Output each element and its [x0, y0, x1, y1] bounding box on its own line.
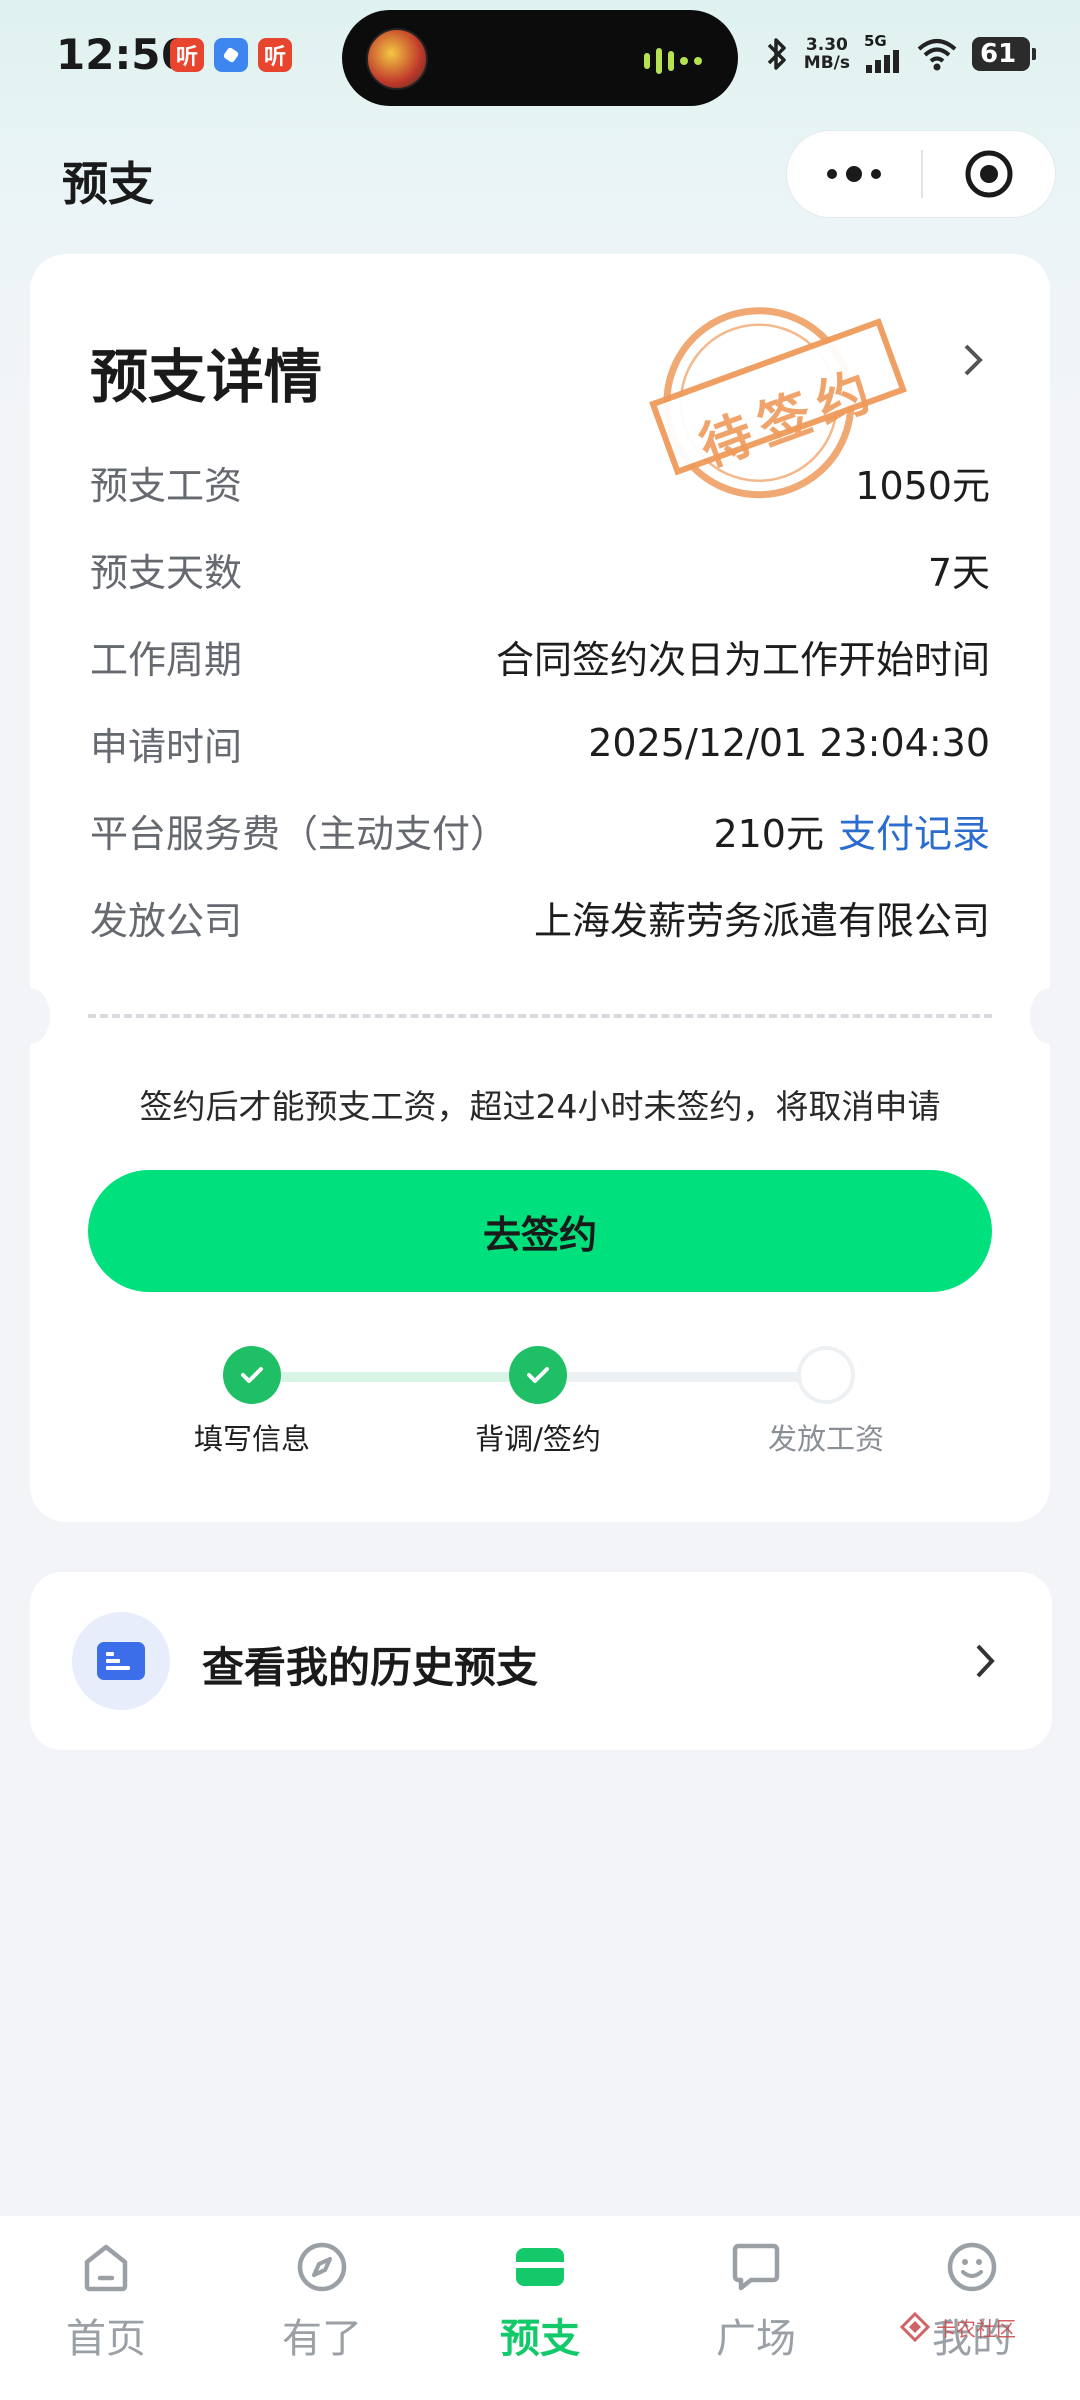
ticket-notch-right — [1030, 988, 1050, 1044]
go-sign-button[interactable]: 去签约 — [88, 1170, 992, 1292]
tab-label: 广场 — [716, 2316, 796, 2362]
chat-icon — [732, 2243, 780, 2291]
listen-app-icon-2: 听 — [258, 38, 292, 72]
tab-label: 有了 — [282, 2316, 362, 2362]
row-value: 1050元 — [855, 463, 990, 508]
more-icon[interactable] — [787, 130, 921, 218]
row-label: 平台服务费（主动支付） — [90, 811, 509, 856]
smile-icon — [947, 2242, 997, 2292]
step-label-fill-info: 填写信息 — [193, 1422, 310, 1456]
detail-row-salary: 预支工资 1050元 — [90, 452, 990, 512]
detail-row-service-fee: 平台服务费（主动支付） 210元 支付记录 — [90, 800, 990, 860]
app-notification-icon — [214, 38, 248, 72]
close-miniprogram-icon[interactable] — [923, 130, 1055, 218]
detail-row-period: 工作周期 合同签约次日为工作开始时间 — [90, 626, 990, 686]
row-value: 合同签约次日为工作开始时间 — [495, 637, 990, 682]
watermark: 卡农社区 — [900, 2312, 1016, 2342]
detail-row-days: 预支天数 7天 — [90, 539, 990, 599]
row-value: 7天 — [927, 550, 990, 595]
tab-label: 首页 — [66, 2316, 146, 2362]
row-value-group: 210元 支付记录 — [713, 803, 990, 858]
tab-label: 预支 — [500, 2316, 580, 2362]
history-advance-entry[interactable]: 查看我的历史预支 — [30, 1572, 1052, 1750]
row-label: 工作周期 — [90, 637, 243, 682]
tab-youle[interactable]: 有了 — [232, 2238, 412, 2364]
card-title: 预支详情 — [90, 343, 323, 411]
step-done-check-icon — [223, 1346, 281, 1404]
step-pending-circle-icon — [797, 1346, 855, 1404]
step-label-pay: 发放工资 — [767, 1422, 884, 1456]
tab-square[interactable]: 广场 — [666, 2238, 846, 2364]
dynamic-island[interactable] — [342, 10, 738, 106]
progress-line-pending — [538, 1372, 826, 1382]
net-speed: 3.30 MB/s — [803, 34, 850, 73]
sign-notice: 签约后才能预支工资，超过24小时未签约，将取消申请 — [139, 1087, 941, 1126]
chevron-right-icon — [976, 1644, 995, 1678]
row-value: 210元 — [713, 811, 824, 856]
row-value: 2025/12/01 23:04:30 — [588, 721, 990, 765]
music-cover-icon — [366, 28, 428, 90]
home-icon — [84, 2244, 128, 2292]
bluetooth-icon — [767, 37, 786, 70]
bottom-tab-bar: 首页 有了 预支 广场 我的 — [0, 2216, 1080, 2400]
detail-row-company: 发放公司 上海发薪劳务派遣有限公司 — [90, 887, 990, 947]
step-done-check-icon — [509, 1346, 567, 1404]
audio-wave-icon — [644, 48, 702, 74]
row-label: 预支天数 — [90, 550, 243, 595]
row-label: 申请时间 — [90, 724, 243, 769]
chevron-right-icon[interactable] — [958, 338, 988, 382]
ticket-notch-left — [30, 988, 50, 1044]
tab-home[interactable]: 首页 — [16, 2238, 196, 2364]
card-icon — [516, 2248, 564, 2286]
tab-mine[interactable]: 我的 — [882, 2238, 1062, 2364]
detail-row-apply-time: 申请时间 2025/12/01 23:04:30 — [90, 713, 990, 773]
page-title: 预支 — [62, 157, 154, 211]
signal-icon: 5G — [864, 34, 902, 73]
mini-program-capsule — [786, 130, 1056, 218]
advance-detail-card: 预支详情 待签约 预支工资 1050元 预支天数 7天 工作周期 合同签约次日为… — [30, 254, 1050, 1522]
payment-record-link[interactable]: 支付记录 — [838, 812, 990, 856]
row-label: 预支工资 — [90, 463, 243, 508]
wifi-icon — [917, 38, 957, 70]
progress-line-done — [252, 1372, 538, 1382]
tab-advance[interactable]: 预支 — [450, 2238, 630, 2364]
history-advance-label: 查看我的历史预支 — [202, 1643, 539, 1692]
compass-icon — [297, 2242, 347, 2292]
status-indicators: 3.30 MB/s 5G 61 — [764, 34, 1036, 73]
listen-app-icon: 听 — [170, 38, 204, 72]
row-value: 上海发薪劳务派遣有限公司 — [533, 898, 990, 943]
row-label: 发放公司 — [90, 898, 243, 943]
step-label-sign: 背调/签约 — [475, 1422, 601, 1456]
status-bar: 12:56 听 听 3.30 MB/s 5G 61 — [0, 0, 1080, 120]
battery-icon: 61 — [972, 36, 1036, 71]
dashed-divider — [88, 1014, 992, 1018]
history-list-icon — [72, 1612, 170, 1710]
watermark-logo-icon — [900, 2312, 930, 2342]
